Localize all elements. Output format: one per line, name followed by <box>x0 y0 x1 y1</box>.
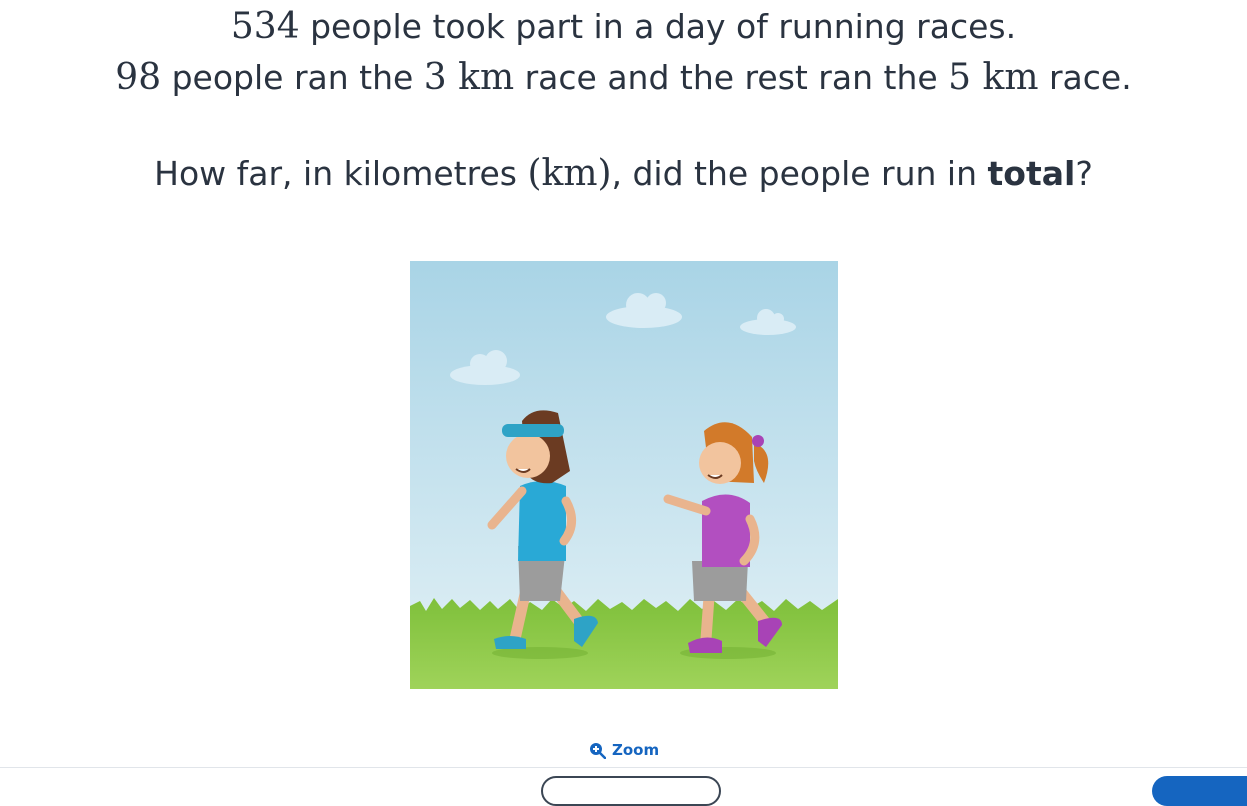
footer-divider <box>0 767 1247 768</box>
distance-3km: 3 km <box>423 57 515 98</box>
number-98: 98 <box>115 57 162 98</box>
zoom-label: Zoom <box>612 741 660 759</box>
unit-km: (km) <box>527 153 612 194</box>
question-line-2: 98 people ran the 3 km race and the rest… <box>0 57 1247 98</box>
line1-text: people took part in a day of running rac… <box>299 7 1017 46</box>
prompt-text-3: ? <box>1075 154 1093 193</box>
prompt-bold-total: total <box>987 154 1076 193</box>
line2-text-1: people ran the <box>161 58 424 97</box>
footer-secondary-button[interactable] <box>541 776 721 806</box>
question-line-1: 534 people took part in a day of running… <box>0 6 1247 47</box>
line2-text-3: race. <box>1038 58 1132 97</box>
footer-primary-button[interactable] <box>1152 776 1247 806</box>
number-534: 534 <box>230 6 300 47</box>
zoom-button[interactable]: Zoom <box>589 741 659 759</box>
question-prompt: How far, in kilometres (km), did the peo… <box>0 153 1247 194</box>
zoom-in-icon <box>590 742 606 759</box>
runners-illustration <box>410 261 838 689</box>
line2-text-2: race and the rest ran the <box>514 58 949 97</box>
distance-5km: 5 km <box>948 57 1039 98</box>
prompt-text-1: How far, in kilometres <box>154 154 528 193</box>
prompt-text-2: , did the people run in <box>611 154 988 193</box>
